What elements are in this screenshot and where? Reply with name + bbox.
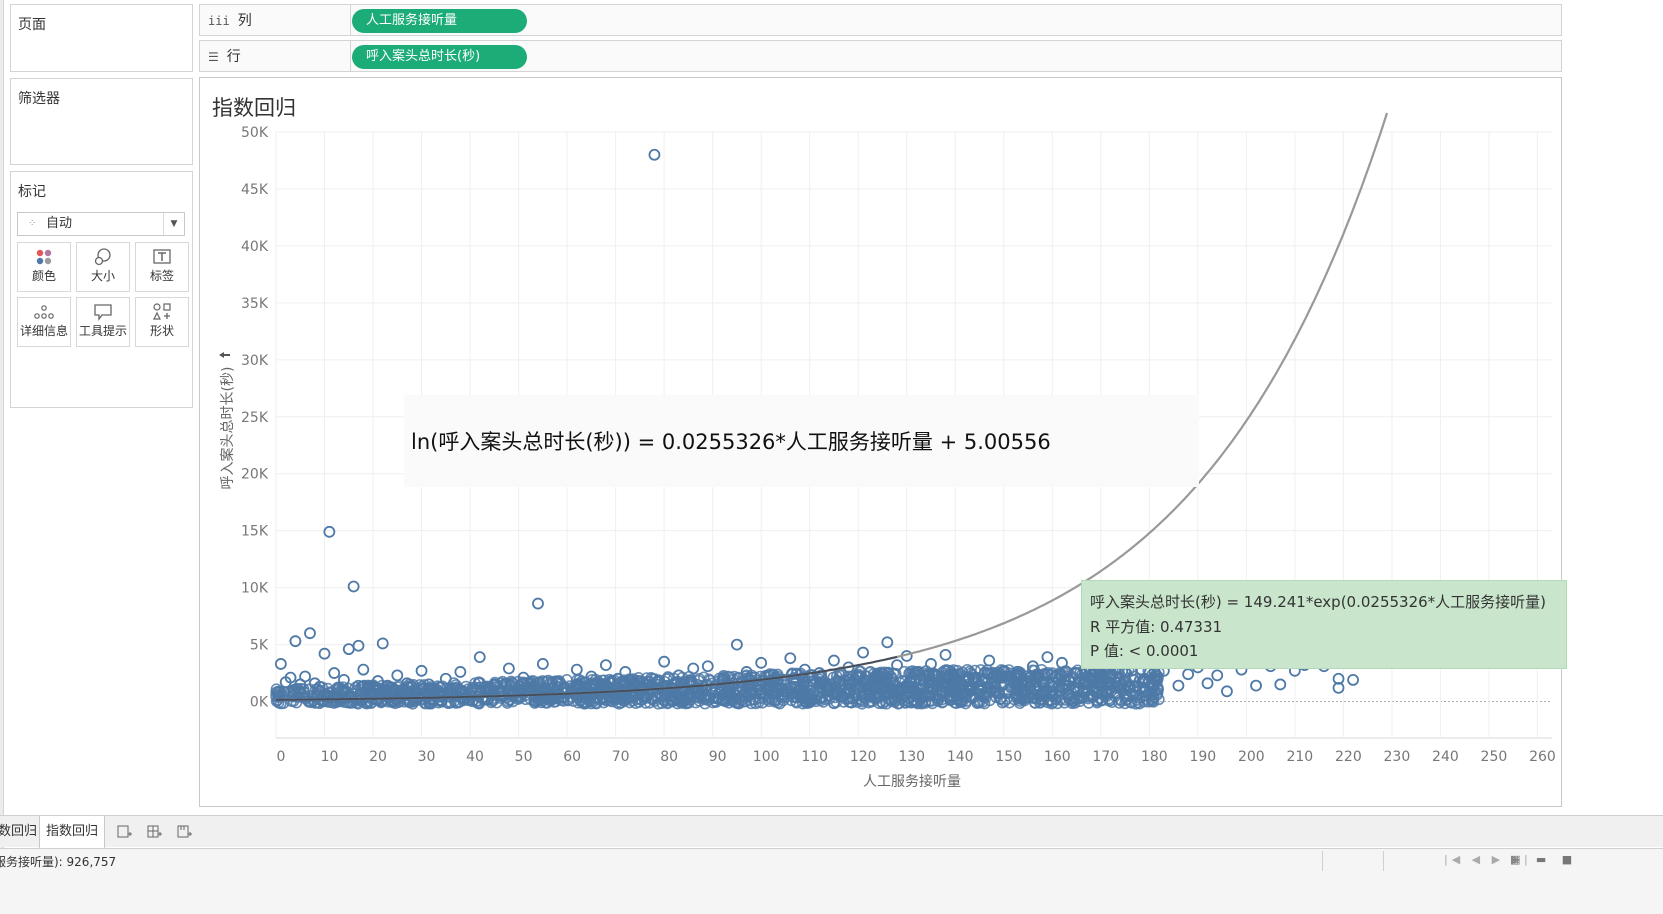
x-tick-label: 180 — [1141, 749, 1168, 765]
tooltip-line-pvalue: P 值: < 0.0001 — [1090, 642, 1199, 660]
data-point — [1221, 685, 1233, 698]
y-tick-label: 25K — [241, 410, 269, 426]
data-point — [454, 666, 467, 678]
x-axis-ticks: 0 10 20 30 40 50 60 70 80 90 100 110 120 130 140 150 160… — [277, 749, 1556, 765]
x-tick-label: 210 — [1286, 749, 1313, 765]
y-tick-label: 0K — [250, 695, 269, 711]
data-point — [328, 667, 341, 679]
x-tick-label: 220 — [1335, 749, 1362, 765]
sheet-tab-active[interactable]: 指数回归 — [39, 816, 106, 848]
data-point — [536, 658, 549, 670]
new-dashboard-icon[interactable] — [143, 816, 167, 848]
tooltip-line-rsquared: R 平方值: 0.47331 — [1090, 618, 1223, 636]
sheet-tab-bar: 数回归 指数回归 — [0, 815, 1663, 848]
x-tick-label: 200 — [1238, 749, 1265, 765]
data-point — [299, 670, 312, 683]
y-tick-label: 5K — [250, 638, 269, 654]
x-tick-label: 190 — [1189, 749, 1216, 765]
data-point — [376, 637, 389, 650]
data-point — [532, 597, 544, 610]
y-tick-label: 20K — [241, 467, 269, 483]
y-axis-label: 呼入案头总时长(秒) — [219, 367, 236, 490]
data-point — [338, 674, 350, 686]
sheet-tab-prev[interactable]: 数回归 — [0, 816, 43, 848]
data-point — [687, 662, 700, 675]
data-point — [347, 580, 360, 593]
equation-overlay: ln(呼入案头总时长(秒)) = 0.0255326*人工服务接听量 + 5.0… — [404, 395, 1199, 487]
status-bar: 服务接听量): 926,757 |◀ ◀ ▶ ▶| ▦ ▬ ■ — [0, 848, 1663, 914]
x-tick-label: 60 — [563, 749, 581, 765]
data-point — [1274, 678, 1287, 691]
view-mode-icon[interactable]: ▦ ▬ ■ — [1510, 853, 1578, 866]
data-point — [828, 654, 840, 667]
data-point — [1182, 668, 1195, 681]
tooltip-line-equation: 呼入案头总时长(秒) = 149.241*exp(0.0255326*人工服务接… — [1090, 593, 1547, 611]
data-point — [274, 658, 287, 670]
data-point — [1172, 679, 1185, 692]
data-point — [701, 660, 714, 673]
x-tick-label: 50 — [515, 749, 533, 765]
x-tick-label: 70 — [612, 749, 630, 765]
data-point — [1250, 679, 1262, 692]
x-tick-label: 230 — [1384, 749, 1411, 765]
data-point — [1211, 669, 1224, 682]
x-tick-label: 120 — [850, 749, 877, 765]
y-axis-ticks: 0K 5K 10K 15K 20K 25K 30K 35K 40K 45K 50K — [241, 125, 269, 711]
x-tick-label: 30 — [418, 749, 436, 765]
x-tick-label: 90 — [709, 749, 727, 765]
new-worksheet-icon[interactable] — [113, 816, 137, 848]
data-point — [323, 525, 336, 538]
data-point — [925, 658, 937, 670]
y-tick-label: 45K — [241, 182, 269, 198]
x-tick-label: 130 — [898, 749, 925, 765]
data-point — [857, 646, 869, 659]
data-point — [473, 651, 486, 664]
data-point — [304, 627, 316, 640]
data-point — [983, 654, 996, 667]
y-tick-label: 35K — [241, 296, 269, 312]
x-tick-label: 260 — [1529, 749, 1556, 765]
data-point — [1347, 674, 1359, 686]
status-divider — [1383, 851, 1444, 871]
y-tick-label: 10K — [241, 581, 269, 597]
x-tick-label: 110 — [801, 749, 828, 765]
x-tick-label: 100 — [753, 749, 780, 765]
x-tick-label: 140 — [947, 749, 974, 765]
data-point — [1041, 651, 1054, 664]
status-divider — [1322, 851, 1383, 871]
trend-tooltip: 呼入案头总时长(秒) = 149.241*exp(0.0255326*人工服务接… — [1081, 580, 1567, 669]
data-point — [342, 643, 355, 656]
new-story-icon[interactable] — [173, 816, 197, 848]
x-tick-label: 160 — [1044, 749, 1071, 765]
x-tick-label: 0 — [277, 749, 286, 765]
x-tick-label: 170 — [1092, 749, 1119, 765]
x-tick-label: 20 — [369, 749, 387, 765]
x-tick-label: 10 — [321, 749, 339, 765]
data-point — [648, 148, 661, 161]
x-tick-label: 240 — [1432, 749, 1459, 765]
data-point — [352, 639, 365, 652]
data-point — [600, 659, 612, 671]
pin-icon[interactable] — [219, 352, 230, 358]
x-tick-label: 150 — [995, 749, 1022, 765]
data-point — [1201, 677, 1214, 690]
equation-text: ln(呼入案头总时长(秒)) = 0.0255326*人工服务接听量 + 5.0… — [411, 430, 1051, 454]
data-point — [881, 636, 894, 649]
data-point — [391, 669, 404, 682]
x-tick-label: 250 — [1481, 749, 1508, 765]
y-tick-label: 50K — [241, 125, 269, 141]
y-tick-label: 15K — [241, 524, 269, 540]
data-point — [939, 648, 952, 661]
data-point — [502, 662, 515, 675]
data-point — [784, 652, 797, 665]
y-tick-label: 40K — [241, 239, 269, 255]
data-point — [357, 663, 370, 676]
y-tick-label: 30K — [241, 353, 269, 369]
status-text: 服务接听量): 926,757 — [0, 855, 117, 869]
data-point — [570, 663, 583, 676]
x-tick-label: 40 — [466, 749, 484, 765]
data-point — [1056, 656, 1068, 669]
x-axis-label: 人工服务接听量 — [863, 773, 961, 790]
x-tick-label: 80 — [660, 749, 678, 765]
